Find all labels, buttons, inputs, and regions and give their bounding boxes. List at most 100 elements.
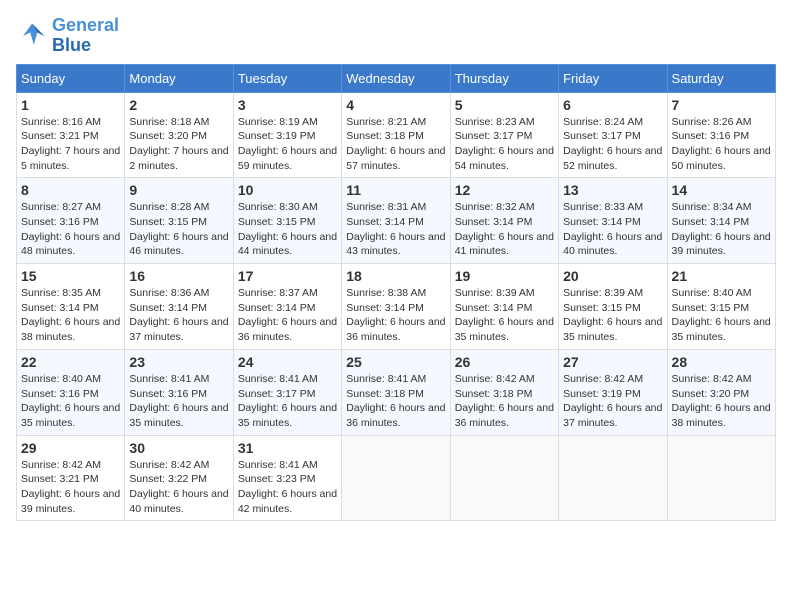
calendar-cell: 28 Sunrise: 8:42 AM Sunset: 3:20 PM Dayl… — [667, 349, 775, 435]
logo-icon — [16, 20, 48, 52]
day-number: 26 — [455, 354, 554, 370]
calendar-cell: 6 Sunrise: 8:24 AM Sunset: 3:17 PM Dayli… — [559, 92, 667, 178]
calendar-cell: 9 Sunrise: 8:28 AM Sunset: 3:15 PM Dayli… — [125, 178, 233, 264]
calendar-cell: 3 Sunrise: 8:19 AM Sunset: 3:19 PM Dayli… — [233, 92, 341, 178]
calendar-cell: 25 Sunrise: 8:41 AM Sunset: 3:18 PM Dayl… — [342, 349, 450, 435]
day-number: 7 — [672, 97, 771, 113]
day-info: Sunrise: 8:39 AM Sunset: 3:14 PM Dayligh… — [455, 286, 554, 345]
day-info: Sunrise: 8:41 AM Sunset: 3:16 PM Dayligh… — [129, 372, 228, 431]
day-number: 1 — [21, 97, 120, 113]
day-info: Sunrise: 8:26 AM Sunset: 3:16 PM Dayligh… — [672, 115, 771, 174]
day-number: 13 — [563, 182, 662, 198]
day-number: 14 — [672, 182, 771, 198]
day-number: 9 — [129, 182, 228, 198]
calendar-cell: 1 Sunrise: 8:16 AM Sunset: 3:21 PM Dayli… — [17, 92, 125, 178]
weekday-header-tuesday: Tuesday — [233, 64, 341, 92]
calendar-cell — [342, 435, 450, 521]
day-info: Sunrise: 8:24 AM Sunset: 3:17 PM Dayligh… — [563, 115, 662, 174]
calendar-cell — [667, 435, 775, 521]
calendar-week-3: 15 Sunrise: 8:35 AM Sunset: 3:14 PM Dayl… — [17, 264, 776, 350]
day-number: 11 — [346, 182, 445, 198]
calendar-cell — [450, 435, 558, 521]
day-number: 25 — [346, 354, 445, 370]
day-info: Sunrise: 8:19 AM Sunset: 3:19 PM Dayligh… — [238, 115, 337, 174]
calendar-cell: 11 Sunrise: 8:31 AM Sunset: 3:14 PM Dayl… — [342, 178, 450, 264]
weekday-header-friday: Friday — [559, 64, 667, 92]
day-number: 31 — [238, 440, 337, 456]
day-info: Sunrise: 8:32 AM Sunset: 3:14 PM Dayligh… — [455, 200, 554, 259]
page-header: General Blue — [16, 16, 776, 56]
calendar-header: SundayMondayTuesdayWednesdayThursdayFrid… — [17, 64, 776, 92]
day-info: Sunrise: 8:42 AM Sunset: 3:19 PM Dayligh… — [563, 372, 662, 431]
day-number: 15 — [21, 268, 120, 284]
day-number: 6 — [563, 97, 662, 113]
day-info: Sunrise: 8:30 AM Sunset: 3:15 PM Dayligh… — [238, 200, 337, 259]
calendar-cell: 29 Sunrise: 8:42 AM Sunset: 3:21 PM Dayl… — [17, 435, 125, 521]
calendar-cell: 10 Sunrise: 8:30 AM Sunset: 3:15 PM Dayl… — [233, 178, 341, 264]
calendar-cell: 22 Sunrise: 8:40 AM Sunset: 3:16 PM Dayl… — [17, 349, 125, 435]
day-number: 12 — [455, 182, 554, 198]
calendar-cell — [559, 435, 667, 521]
calendar-cell: 21 Sunrise: 8:40 AM Sunset: 3:15 PM Dayl… — [667, 264, 775, 350]
day-number: 16 — [129, 268, 228, 284]
calendar-cell: 30 Sunrise: 8:42 AM Sunset: 3:22 PM Dayl… — [125, 435, 233, 521]
day-number: 29 — [21, 440, 120, 456]
calendar-cell: 23 Sunrise: 8:41 AM Sunset: 3:16 PM Dayl… — [125, 349, 233, 435]
calendar-cell: 24 Sunrise: 8:41 AM Sunset: 3:17 PM Dayl… — [233, 349, 341, 435]
day-number: 17 — [238, 268, 337, 284]
day-number: 10 — [238, 182, 337, 198]
day-info: Sunrise: 8:42 AM Sunset: 3:22 PM Dayligh… — [129, 458, 228, 517]
day-number: 19 — [455, 268, 554, 284]
calendar-week-5: 29 Sunrise: 8:42 AM Sunset: 3:21 PM Dayl… — [17, 435, 776, 521]
day-info: Sunrise: 8:16 AM Sunset: 3:21 PM Dayligh… — [21, 115, 120, 174]
day-info: Sunrise: 8:42 AM Sunset: 3:18 PM Dayligh… — [455, 372, 554, 431]
calendar-cell: 14 Sunrise: 8:34 AM Sunset: 3:14 PM Dayl… — [667, 178, 775, 264]
weekday-header-saturday: Saturday — [667, 64, 775, 92]
calendar-cell: 17 Sunrise: 8:37 AM Sunset: 3:14 PM Dayl… — [233, 264, 341, 350]
weekday-header-wednesday: Wednesday — [342, 64, 450, 92]
day-info: Sunrise: 8:39 AM Sunset: 3:15 PM Dayligh… — [563, 286, 662, 345]
day-info: Sunrise: 8:41 AM Sunset: 3:17 PM Dayligh… — [238, 372, 337, 431]
day-info: Sunrise: 8:34 AM Sunset: 3:14 PM Dayligh… — [672, 200, 771, 259]
calendar-cell: 20 Sunrise: 8:39 AM Sunset: 3:15 PM Dayl… — [559, 264, 667, 350]
calendar-cell: 19 Sunrise: 8:39 AM Sunset: 3:14 PM Dayl… — [450, 264, 558, 350]
calendar-cell: 16 Sunrise: 8:36 AM Sunset: 3:14 PM Dayl… — [125, 264, 233, 350]
day-info: Sunrise: 8:42 AM Sunset: 3:21 PM Dayligh… — [21, 458, 120, 517]
day-number: 4 — [346, 97, 445, 113]
day-number: 22 — [21, 354, 120, 370]
day-info: Sunrise: 8:38 AM Sunset: 3:14 PM Dayligh… — [346, 286, 445, 345]
calendar-cell: 7 Sunrise: 8:26 AM Sunset: 3:16 PM Dayli… — [667, 92, 775, 178]
day-info: Sunrise: 8:37 AM Sunset: 3:14 PM Dayligh… — [238, 286, 337, 345]
day-info: Sunrise: 8:41 AM Sunset: 3:18 PM Dayligh… — [346, 372, 445, 431]
calendar-week-4: 22 Sunrise: 8:40 AM Sunset: 3:16 PM Dayl… — [17, 349, 776, 435]
day-number: 5 — [455, 97, 554, 113]
calendar-table: SundayMondayTuesdayWednesdayThursdayFrid… — [16, 64, 776, 522]
calendar-cell: 4 Sunrise: 8:21 AM Sunset: 3:18 PM Dayli… — [342, 92, 450, 178]
calendar-cell: 31 Sunrise: 8:41 AM Sunset: 3:23 PM Dayl… — [233, 435, 341, 521]
day-info: Sunrise: 8:28 AM Sunset: 3:15 PM Dayligh… — [129, 200, 228, 259]
day-number: 8 — [21, 182, 120, 198]
day-info: Sunrise: 8:42 AM Sunset: 3:20 PM Dayligh… — [672, 372, 771, 431]
calendar-cell: 18 Sunrise: 8:38 AM Sunset: 3:14 PM Dayl… — [342, 264, 450, 350]
day-number: 2 — [129, 97, 228, 113]
day-info: Sunrise: 8:21 AM Sunset: 3:18 PM Dayligh… — [346, 115, 445, 174]
calendar-cell: 26 Sunrise: 8:42 AM Sunset: 3:18 PM Dayl… — [450, 349, 558, 435]
day-number: 30 — [129, 440, 228, 456]
calendar-week-2: 8 Sunrise: 8:27 AM Sunset: 3:16 PM Dayli… — [17, 178, 776, 264]
weekday-header-monday: Monday — [125, 64, 233, 92]
weekday-header-row: SundayMondayTuesdayWednesdayThursdayFrid… — [17, 64, 776, 92]
day-info: Sunrise: 8:41 AM Sunset: 3:23 PM Dayligh… — [238, 458, 337, 517]
day-info: Sunrise: 8:18 AM Sunset: 3:20 PM Dayligh… — [129, 115, 228, 174]
day-number: 20 — [563, 268, 662, 284]
weekday-header-sunday: Sunday — [17, 64, 125, 92]
calendar-cell: 8 Sunrise: 8:27 AM Sunset: 3:16 PM Dayli… — [17, 178, 125, 264]
day-info: Sunrise: 8:40 AM Sunset: 3:15 PM Dayligh… — [672, 286, 771, 345]
day-number: 28 — [672, 354, 771, 370]
day-number: 21 — [672, 268, 771, 284]
calendar-cell: 13 Sunrise: 8:33 AM Sunset: 3:14 PM Dayl… — [559, 178, 667, 264]
calendar-cell: 2 Sunrise: 8:18 AM Sunset: 3:20 PM Dayli… — [125, 92, 233, 178]
calendar-cell: 27 Sunrise: 8:42 AM Sunset: 3:19 PM Dayl… — [559, 349, 667, 435]
weekday-header-thursday: Thursday — [450, 64, 558, 92]
day-info: Sunrise: 8:23 AM Sunset: 3:17 PM Dayligh… — [455, 115, 554, 174]
day-info: Sunrise: 8:27 AM Sunset: 3:16 PM Dayligh… — [21, 200, 120, 259]
